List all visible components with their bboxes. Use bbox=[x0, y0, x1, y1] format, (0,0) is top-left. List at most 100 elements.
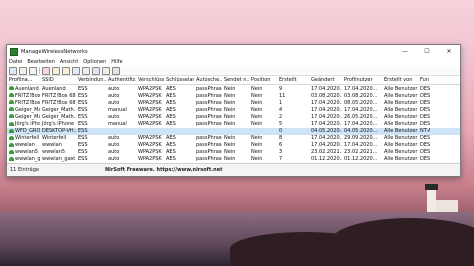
cell-schluesselart: passPhrase bbox=[196, 142, 222, 149]
cell-sendet: Nein bbox=[251, 85, 263, 92]
col-sendet[interactable]: Sendet n... bbox=[222, 77, 249, 83]
profile-name: Auenland bbox=[15, 85, 39, 92]
cell-schluesselart: passPhrase bbox=[196, 135, 222, 142]
cell-schluesselart: passPhrase bbox=[196, 85, 222, 92]
cell-erstellt-von: DESKTOP-VH... bbox=[420, 135, 430, 142]
cell-schluesselart: passPhrase bbox=[196, 92, 222, 99]
find-icon[interactable] bbox=[102, 66, 110, 75]
col-geaendert[interactable]: Geändert bbox=[309, 77, 342, 83]
refresh-icon[interactable] bbox=[19, 66, 27, 75]
exit-icon[interactable] bbox=[112, 66, 120, 75]
cell-verbindung: ESS bbox=[78, 106, 88, 113]
table-row[interactable]: WFD_GRO...DESKTOP-VH...ESS 0 04.05.2020...… bbox=[7, 127, 460, 135]
cell-sendet: Nein bbox=[251, 92, 263, 99]
nirsoft-credit-link[interactable]: NirSoft Freeware. https://www.nirsoft.ne… bbox=[100, 167, 460, 173]
cell-position: 5 bbox=[279, 121, 283, 128]
cell-position: 2 bbox=[279, 113, 283, 120]
cell-verschl: AES bbox=[166, 99, 176, 106]
col-funktion[interactable]: Fun bbox=[418, 77, 430, 83]
cell-geaendert: 04.05.2020... bbox=[344, 128, 378, 135]
move-down-icon[interactable] bbox=[62, 66, 70, 75]
delete-icon[interactable] bbox=[42, 66, 50, 75]
cell-geaendert: 29.09.2020... bbox=[344, 135, 378, 142]
cell-profilnutzer: Alle Benutzer bbox=[384, 149, 418, 156]
col-schluesselart[interactable]: Schlüsselart bbox=[164, 77, 194, 83]
table-row[interactable]: Geiger_Math...Geiger_Math...ESSmanualWPA… bbox=[7, 106, 460, 113]
cell-verbindung: ESS bbox=[78, 142, 88, 149]
cell-autoschalten: Nein bbox=[224, 85, 236, 92]
cell-verbindung: ESS bbox=[78, 92, 88, 99]
cell-profilnutzer: Alle Benutzer bbox=[384, 142, 418, 149]
table-row[interactable]: wwwlan5 wwwlan5 ESS auto WPA2PSK AES passPhras… bbox=[7, 149, 460, 156]
html-report-icon[interactable] bbox=[92, 66, 100, 75]
table-row[interactable]: Geiger_Math...Geiger_Math...ESSautoWPA2P… bbox=[7, 113, 460, 120]
minimize-button[interactable]: — bbox=[394, 45, 416, 58]
col-autoschalten[interactable]: Autosche... bbox=[194, 77, 222, 83]
wifi-icon bbox=[9, 86, 14, 91]
menu-optionen[interactable]: Optionen bbox=[83, 59, 106, 65]
cell-profilnutzer: Alle Benutzer bbox=[384, 156, 418, 163]
cell-verschl: AES bbox=[166, 121, 176, 128]
col-position[interactable]: Position bbox=[249, 77, 277, 83]
col-verschluesselung[interactable]: Verschlüss... bbox=[136, 77, 164, 83]
cell-erstellt-von: DESKTOP-VH... bbox=[420, 121, 430, 128]
cell-ssid: Geiger_Math... bbox=[42, 106, 76, 113]
rock-right bbox=[330, 218, 474, 266]
cell-ssid: wwwlan_gast bbox=[42, 156, 76, 163]
cell-mode: auto bbox=[108, 142, 120, 149]
cell-schluesselart: passPhrase bbox=[196, 156, 222, 163]
close-button[interactable]: ✕ bbox=[438, 45, 460, 58]
table-row[interactable]: wwwlan_g...wwwlan_gastESS auto WPA2PSK AES p… bbox=[7, 156, 460, 163]
cell-sendet: Nein bbox=[251, 149, 263, 156]
properties-icon[interactable] bbox=[29, 66, 37, 75]
cell-erstellt: 17.04.2020... bbox=[311, 99, 342, 106]
col-erstellt[interactable]: Erstellt bbox=[277, 77, 309, 83]
cell-profilname: Geiger_Math... bbox=[7, 114, 40, 120]
table-row[interactable]: Jörg's iPho...Jörg's iPhoneESS manual WPA2… bbox=[7, 120, 460, 127]
cell-auth: WPA2PSK bbox=[138, 135, 162, 142]
menu-ansicht[interactable]: Ansicht bbox=[60, 59, 78, 65]
cell-geaendert: 17.04.2020... bbox=[344, 142, 378, 149]
cell-autoschalten: Nein bbox=[224, 156, 236, 163]
maximize-button[interactable]: ☐ bbox=[416, 45, 438, 58]
cell-schluesselart: passPhrase bbox=[196, 149, 222, 156]
table-row[interactable]: Auenland Auenland ESS auto WPA2PSK AES passPhr… bbox=[7, 85, 460, 92]
table-header: Profilna... SSID Verbindun... Authentifi… bbox=[7, 76, 460, 85]
wifi-icon bbox=[9, 128, 14, 133]
col-verbindung[interactable]: Verbindun... bbox=[76, 77, 106, 83]
cell-position: 8 bbox=[279, 135, 283, 142]
menu-datei[interactable]: Datei bbox=[9, 59, 22, 65]
cell-autoschalten: Nein bbox=[224, 121, 236, 128]
col-erstellt-von[interactable]: Erstellt von bbox=[382, 77, 418, 83]
col-ssid[interactable]: SSID bbox=[40, 77, 76, 83]
cell-erstellt: 17.04.2020... bbox=[311, 85, 342, 92]
table-row[interactable]: Winterfell Winterfell ESS auto WPA2PSK AES pas… bbox=[7, 135, 460, 142]
cell-sendet: Nein bbox=[251, 135, 263, 142]
export-icon[interactable] bbox=[72, 66, 80, 75]
cell-erstellt-von: DESKTOP-VH... bbox=[420, 106, 430, 113]
copy-icon[interactable] bbox=[82, 66, 90, 75]
cell-profilname: FRITZ!Box... bbox=[7, 100, 40, 106]
col-profilname[interactable]: Profilna... bbox=[7, 77, 40, 83]
cell-auth: WPA2PSK bbox=[138, 85, 162, 92]
cell-geaendert: 26.05.2020... bbox=[344, 113, 378, 120]
toolbar bbox=[7, 66, 460, 76]
lighthouse bbox=[425, 184, 438, 212]
cell-ssid: DESKTOP-VH... bbox=[42, 128, 76, 135]
table-row[interactable]: wwwlan wwwlan ESS auto WPA2PSK AES passPhrase N… bbox=[7, 142, 460, 149]
wifi-icon bbox=[9, 100, 14, 105]
menu-hilfe[interactable]: Hilfe bbox=[111, 59, 122, 65]
table-row[interactable]: FRITZ!Box...FRITZ!Box 68...ESS auto WPA2PS… bbox=[7, 92, 460, 99]
cell-mode: auto bbox=[108, 156, 120, 163]
profile-name: WFD_GRO... bbox=[15, 128, 40, 135]
col-profilnutzer[interactable]: Profilnutzer bbox=[342, 77, 382, 83]
cell-profilnutzer: Alle Benutzer bbox=[384, 106, 418, 113]
menu-bearbeiten[interactable]: Bearbeiten bbox=[27, 59, 54, 65]
save-icon[interactable] bbox=[9, 66, 17, 75]
cell-erstellt-von: DESKTOP-VH... bbox=[420, 85, 430, 92]
table-row[interactable]: FRITZ!Box...FRITZ!Box 68...ESS auto WPA2PS… bbox=[7, 99, 460, 106]
cell-position: 0 bbox=[279, 128, 283, 135]
col-authentifizierung[interactable]: Authentifiz... bbox=[106, 77, 136, 83]
move-up-icon[interactable] bbox=[52, 66, 60, 75]
profile-name: wwwlan bbox=[15, 142, 35, 149]
